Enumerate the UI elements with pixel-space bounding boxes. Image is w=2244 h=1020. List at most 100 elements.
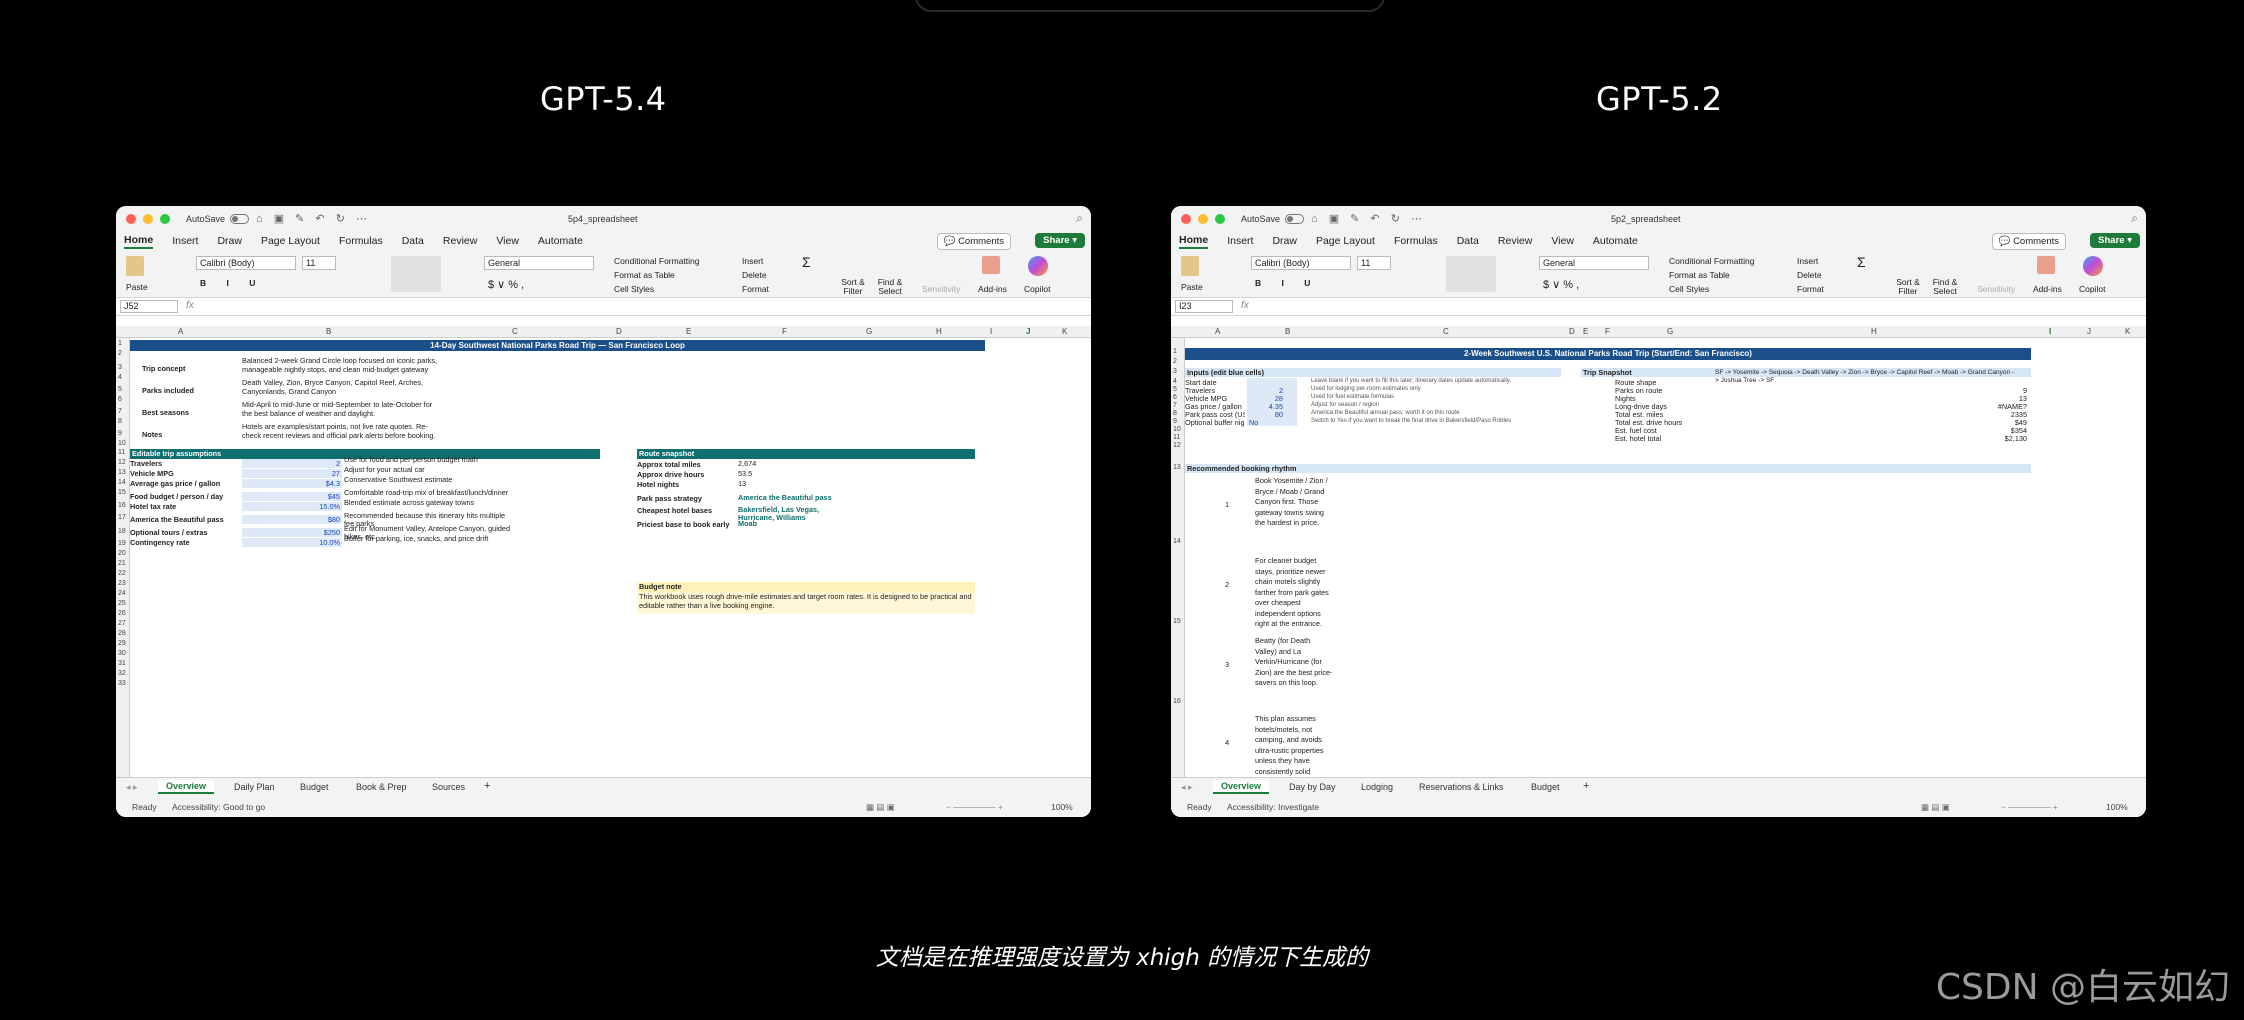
col-header[interactable]: E <box>1583 327 1588 336</box>
row-number[interactable]: 10 <box>1173 426 1181 433</box>
menu-view[interactable]: View <box>1551 235 1574 247</box>
route-snapshot-header[interactable]: Route snapshot <box>637 449 975 459</box>
assumption-label[interactable]: Hotel tax rate <box>130 502 240 511</box>
rhythm-step-text[interactable]: This plan assumes hotels/motels, not cam… <box>1255 714 1333 777</box>
assumption-value[interactable]: 10.0% <box>242 538 342 547</box>
budget-note-header[interactable]: Budget note <box>637 582 975 592</box>
conditional-formatting-button[interactable]: Conditional Formatting <box>614 256 700 266</box>
menu-home[interactable]: Home <box>1179 234 1209 249</box>
tab-lodging[interactable]: Lodging <box>1361 782 1393 792</box>
minimize-button[interactable] <box>1198 214 1208 224</box>
snapshot-route[interactable]: SF -> Yosemite -> Sequoia -> Death Valle… <box>1715 369 2015 385</box>
text-style-icons[interactable]: B I U <box>200 278 264 288</box>
rhythm-step-number[interactable]: 1 <box>1225 500 1229 509</box>
accessibility-status[interactable]: Accessibility: Good to go <box>172 802 265 812</box>
row-number[interactable]: 6 <box>118 396 122 403</box>
col-header-selected[interactable]: I <box>2049 327 2051 336</box>
row-number[interactable]: 16 <box>118 502 126 509</box>
info-key[interactable]: Notes <box>142 430 162 439</box>
format-cells-button[interactable]: Format <box>742 284 769 294</box>
menu-automate[interactable]: Automate <box>538 235 583 247</box>
col-header[interactable]: B <box>1285 327 1290 336</box>
tab-overview[interactable]: Overview <box>1213 780 1270 794</box>
menu-draw[interactable]: Draw <box>217 235 242 247</box>
add-sheet-button[interactable]: + <box>1583 780 1589 792</box>
snapshot-value[interactable]: Moab <box>738 520 848 528</box>
sensitivity-button[interactable]: Sensitivity <box>922 284 960 294</box>
paste-icon[interactable] <box>1181 256 1199 276</box>
menu-automate[interactable]: Automate <box>1593 235 1638 247</box>
tab-budget[interactable]: Budget <box>1531 782 1560 792</box>
copilot-icon[interactable] <box>1028 256 1048 276</box>
row-number[interactable]: 1 <box>118 340 122 347</box>
menu-data[interactable]: Data <box>1457 235 1479 247</box>
info-key[interactable]: Parks included <box>142 386 194 395</box>
delete-cells-button[interactable]: Delete <box>742 270 767 280</box>
col-header-selected[interactable]: J <box>1026 327 1030 336</box>
assumption-value[interactable]: 2 <box>242 459 342 468</box>
col-header[interactable]: C <box>1443 327 1449 336</box>
booking-rhythm-header[interactable]: Recommended booking rhythm <box>1185 464 2031 473</box>
file-name[interactable]: 5p4_spreadsheet <box>568 214 638 224</box>
row-number[interactable]: 5 <box>1173 386 1177 393</box>
row-number[interactable]: 32 <box>118 670 126 677</box>
row-number[interactable]: 6 <box>1173 394 1177 401</box>
rhythm-step-number[interactable]: 2 <box>1225 580 1229 589</box>
comments-button[interactable]: 💬 Comments <box>936 233 1011 250</box>
snapshot-label[interactable]: Approx drive hours <box>637 470 735 479</box>
font-name-select[interactable]: Calibri (Body) <box>1251 256 1351 270</box>
row-number[interactable]: 14 <box>118 479 126 486</box>
assumption-note[interactable]: Adjust for your actual car <box>344 466 514 474</box>
input-note[interactable]: Used for fuel estimate formulas <box>1311 394 1394 400</box>
col-header[interactable]: G <box>1667 327 1673 336</box>
input-value[interactable] <box>1247 378 1297 386</box>
row-number[interactable]: 11 <box>1173 434 1180 441</box>
conditional-formatting-button[interactable]: Conditional Formatting <box>1669 256 1755 266</box>
row-number[interactable]: 10 <box>118 440 126 447</box>
info-value[interactable]: Mid-April to mid-June or mid-September t… <box>242 400 442 418</box>
number-format-select[interactable]: General <box>1539 256 1649 270</box>
assumption-label[interactable]: Average gas price / gallon <box>130 479 240 488</box>
col-header[interactable]: K <box>2125 327 2130 336</box>
snapshot-value[interactable]: 53.5 <box>738 470 848 478</box>
assumption-label[interactable]: Contingency rate <box>130 538 240 547</box>
search-icon[interactable]: ⌕ <box>2131 211 2138 226</box>
snapshot-label[interactable]: Park pass strategy <box>637 494 735 503</box>
row-number[interactable]: 30 <box>118 650 126 657</box>
snapshot-label[interactable]: Priciest base to book early <box>637 520 735 529</box>
col-header[interactable]: F <box>1605 327 1610 336</box>
snapshot-label[interactable]: Hotel nights <box>637 480 735 489</box>
row-number[interactable]: 29 <box>118 640 126 647</box>
menu-insert[interactable]: Insert <box>172 235 198 247</box>
snapshot-label[interactable]: Est. hotel total <box>1615 434 1705 443</box>
rhythm-step-number[interactable]: 3 <box>1225 660 1229 669</box>
assumption-label[interactable]: Optional tours / extras <box>130 528 240 537</box>
row-number[interactable]: 3 <box>1173 368 1177 375</box>
autosave-toggle[interactable] <box>230 214 249 224</box>
alignment-icons[interactable] <box>1446 256 1496 292</box>
tab-reservations-links[interactable]: Reservations & Links <box>1419 782 1504 792</box>
row-number[interactable]: 24 <box>118 590 126 597</box>
share-button[interactable]: Share ▾ <box>2090 233 2140 248</box>
input-value[interactable]: No <box>1247 418 1297 427</box>
tab-sources[interactable]: Sources <box>432 782 465 792</box>
input-note[interactable]: Switch to Yes if you want to break the f… <box>1311 418 1511 424</box>
add-sheet-button[interactable]: + <box>484 780 490 792</box>
tab-nav-arrows[interactable]: ◂ ▸ <box>1181 782 1193 793</box>
row-number[interactable]: 5 <box>118 386 122 393</box>
format-as-table-button[interactable]: Format as Table <box>1669 270 1730 280</box>
row-number[interactable]: 16 <box>1173 698 1181 705</box>
row-number[interactable]: 13 <box>118 469 126 476</box>
snapshot-label[interactable]: Approx total miles <box>637 460 735 469</box>
col-header[interactable]: F <box>782 327 787 336</box>
accessibility-status[interactable]: Accessibility: Investigate <box>1227 802 1319 812</box>
sort-filter-button[interactable]: Sort & Filter <box>838 278 868 296</box>
row-number[interactable]: 21 <box>118 560 126 567</box>
rhythm-step-number[interactable]: 4 <box>1225 738 1229 747</box>
autosave-toggle[interactable] <box>1285 214 1304 224</box>
minimize-button[interactable] <box>143 214 153 224</box>
rhythm-step-text[interactable]: Beatty (for Death Valley) and La Verkin/… <box>1255 636 1333 689</box>
row-number[interactable]: 3 <box>118 364 122 371</box>
insert-cells-button[interactable]: Insert <box>742 256 763 266</box>
input-note[interactable]: Adjust for season / region <box>1311 402 1379 408</box>
